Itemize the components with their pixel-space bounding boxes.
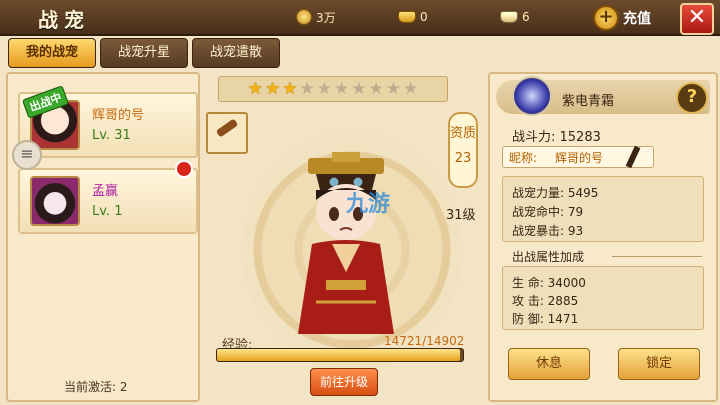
divider	[612, 256, 702, 257]
gold-ingot-icon	[398, 11, 416, 23]
gold-value: 0	[420, 10, 428, 24]
star-icon: ★	[316, 78, 332, 99]
tab-my-pets[interactable]: 我的战宠	[8, 38, 96, 68]
star-icon: ★	[403, 78, 419, 99]
combat-power: 战斗力: 15283	[512, 130, 601, 145]
pet-level-display: 31级	[446, 208, 476, 223]
pet-name: 辉哥的号	[92, 108, 145, 123]
pet-card-1[interactable]: 辉哥的号 Lv. 31 出战中	[18, 85, 198, 158]
active-count: 当前激活: 2	[64, 380, 128, 394]
notification-dot	[175, 160, 193, 178]
exp-value: 14721/14902	[384, 334, 465, 348]
star-icon: ★	[282, 78, 298, 99]
attr-hit: 战宠命中: 79	[512, 205, 584, 219]
tab-pet-dismiss[interactable]: 战宠遣散	[192, 38, 280, 68]
star-icon: ★	[334, 78, 350, 99]
tab-pet-star-up[interactable]: 战宠升星	[100, 38, 188, 68]
star-icon: ★	[351, 78, 367, 99]
bonus-attack: 攻 击: 2885	[512, 294, 579, 308]
bonus-hp: 生 命: 34000	[512, 276, 586, 290]
pet-card-2[interactable]: 孟赢 Lv. 1	[18, 168, 198, 234]
skill-name: 紫电青霜	[562, 94, 615, 109]
silver-value: 6	[522, 10, 530, 24]
pet-level: Lv. 31	[92, 128, 131, 143]
scroll-item-icon[interactable]	[206, 112, 248, 154]
attr-strength: 战宠力量: 5495	[512, 186, 599, 200]
pet-avatar	[30, 176, 80, 226]
pet-level: Lv. 1	[92, 204, 123, 219]
lightning-skill-icon[interactable]	[512, 76, 552, 116]
recharge-label: 充值	[623, 11, 651, 27]
page-title: 战宠	[38, 8, 90, 32]
silver-resource: 6	[500, 7, 530, 27]
menu-handle-icon[interactable]: ≡	[12, 140, 42, 170]
lock-button[interactable]: 锁定	[618, 348, 700, 380]
star-icon: ★	[247, 78, 263, 99]
plus-icon: +	[593, 5, 619, 31]
nickname-label: 昵称:	[509, 151, 538, 165]
coin-icon	[296, 9, 312, 25]
star-icon: ★	[385, 78, 401, 99]
help-button[interactable]: ?	[676, 82, 708, 114]
pet-list-panel: 辉哥的号 Lv. 31 出战中 孟赢 Lv. 1	[6, 72, 200, 402]
exp-bar-fill	[217, 349, 460, 361]
silver-ingot-icon	[500, 11, 518, 23]
star-rating: ★ ★ ★ ★ ★ ★ ★ ★ ★ ★	[218, 76, 448, 102]
coin-value: 3万	[316, 10, 336, 25]
gold-resource: 0	[398, 7, 428, 27]
recharge-button[interactable]: + 充值	[593, 5, 651, 31]
coin-resource: 3万	[296, 7, 336, 27]
exp-bar	[216, 348, 464, 362]
rest-button[interactable]: 休息	[508, 348, 590, 380]
nickname-value: 辉哥的号	[555, 151, 604, 165]
aptitude-value: 23	[454, 151, 472, 166]
pet-display: ★ ★ ★ ★ ★ ★ ★ ★ ★ ★ 资质 23 31级 经验: 14721/14902 前往升…	[200, 72, 482, 398]
attr-crit: 战宠暴击: 93	[512, 224, 584, 238]
pet-character	[298, 152, 394, 334]
star-icon: ★	[265, 78, 281, 99]
go-upgrade-button[interactable]: 前往升级	[310, 368, 378, 396]
aptitude-label: 资质	[450, 126, 477, 141]
bonus-title: 出战属性加成	[512, 250, 585, 264]
pet-name: 孟赢	[92, 184, 119, 199]
star-icon: ★	[368, 78, 384, 99]
top-bar: 战宠 3万 0 6 + 充值 ✕	[0, 0, 720, 36]
watermark-logo: 九游	[346, 192, 391, 217]
aptitude-badge: 资质 23	[448, 112, 478, 188]
bonus-defense: 防 御: 1471	[512, 312, 579, 326]
star-icon: ★	[299, 78, 315, 99]
close-button[interactable]: ✕	[680, 3, 714, 35]
